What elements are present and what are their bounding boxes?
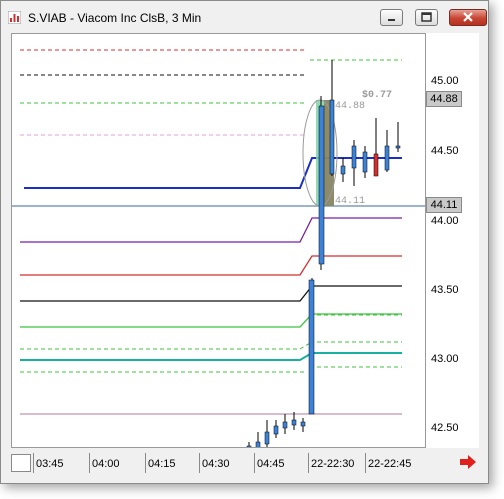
time-label: 04:30	[202, 458, 230, 470]
time-axis[interactable]: 03:45 04:00 04:15 04:30 04:45 22-22:30 2…	[11, 453, 426, 475]
scroll-right-arrow-icon[interactable]	[459, 454, 477, 470]
time-label: 22-22:30	[311, 458, 355, 470]
price-label: 45.00	[431, 75, 459, 87]
time-label: 03:45	[36, 458, 64, 470]
candles	[246, 60, 401, 452]
price-axis[interactable]: 45.00 44.88 44.50 44.11 44.00 43.50 43.0…	[426, 33, 479, 448]
restore-button[interactable]	[415, 9, 438, 26]
high-annotation: 44.88	[335, 101, 365, 112]
time-label: 04:00	[92, 458, 120, 470]
price-label: 44.50	[431, 145, 459, 157]
time-label: 04:45	[257, 458, 285, 470]
current-price-badge: 44.88	[426, 91, 462, 107]
chart-app-icon	[8, 11, 21, 24]
change-annotation: $0.77	[362, 89, 392, 101]
low-annotation: 44.11	[335, 196, 365, 207]
price-label: 44.00	[431, 215, 459, 227]
minimize-button[interactable]	[380, 9, 403, 26]
chart-plot-area[interactable]: $0.77 44.88 44.11	[11, 33, 426, 452]
level-line-red	[20, 255, 402, 276]
restore-icon	[421, 12, 432, 22]
time-label: 22-22:45	[368, 458, 412, 470]
level-line-blue	[24, 157, 402, 189]
close-button[interactable]	[449, 9, 487, 26]
close-icon	[463, 12, 473, 22]
price-label: 43.00	[431, 353, 459, 365]
level-line-purple	[20, 217, 402, 243]
price-chart[interactable]: $0.77 44.88 44.11	[12, 34, 425, 452]
reference-price-badge: 44.11	[426, 197, 462, 213]
level-line-teal	[20, 352, 402, 361]
price-label: 42.50	[431, 422, 459, 434]
title-bar[interactable]: S.VIAB - Viacom Inc ClsB, 3 Min	[1, 1, 488, 33]
level-line-green	[20, 313, 402, 328]
corner-button[interactable]	[11, 454, 31, 472]
window-title: S.VIAB - Viacom Inc ClsB, 3 Min	[28, 11, 202, 25]
minimize-icon	[388, 19, 395, 21]
price-label: 43.50	[431, 284, 459, 296]
chart-window: S.VIAB - Viacom Inc ClsB, 3 Min $0.77 44…	[0, 0, 489, 484]
time-label: 04:15	[148, 458, 176, 470]
level-line-black	[20, 285, 402, 302]
level-line-green-dash-left	[20, 341, 313, 350]
